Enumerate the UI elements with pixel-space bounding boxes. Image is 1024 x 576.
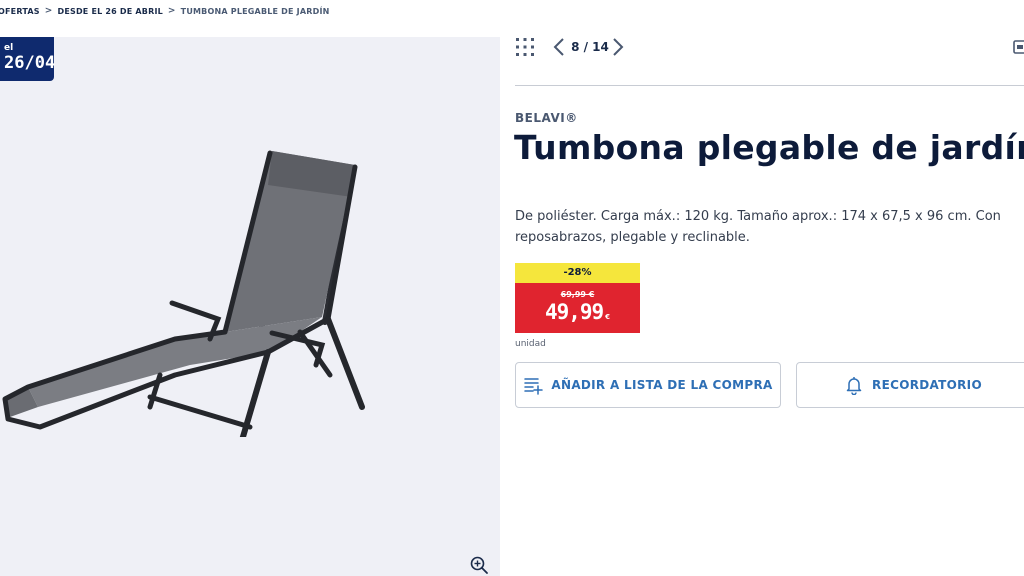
product-gallery: el 26/04 [0,37,500,576]
product-title: Tumbona plegable de jardín [514,128,1024,167]
reminder-label: RECORDATORIO [872,378,982,392]
old-price: 69,99 € [560,290,595,299]
product-description: De poliéster. Carga máx.: 120 kg. Tamaño… [515,209,1001,245]
date-badge: el 26/04 [0,37,56,81]
add-to-shopping-list-label: AÑADIR A LISTA DE LA COMPRA [551,378,773,392]
date-badge-date: 26/04 [4,53,56,73]
breadcrumb: OFERTAS > DESDE EL 26 DE ABRIL > TUMBONA… [0,5,330,17]
currency-symbol: € [605,313,611,321]
share-icon[interactable] [1012,37,1024,57]
current-price: 49,99 [544,300,604,324]
list-add-icon [524,378,544,395]
price-unit: unidad [515,339,546,349]
grid-icon[interactable] [515,37,535,57]
gallery-navigation: 8 / 14 [515,37,1024,57]
breadcrumb-ofertas[interactable]: OFERTAS [0,7,40,16]
product-brand: BELAVI® [515,111,578,125]
zoom-in-icon[interactable] [469,555,489,575]
sun-lounger-image [2,150,365,437]
price-box: 69,99 € 49,99 € [515,283,640,333]
chevron-right-icon: > [44,6,53,16]
reminder-button[interactable]: RECORDATORIO [796,362,1024,408]
bell-icon [846,377,862,395]
breadcrumb-current: TUMBONA PLEGABLE DE JARDÍN [180,6,330,16]
discount-badge: -28% [515,263,640,283]
breadcrumb-desde[interactable]: DESDE EL 26 DE ABRIL [57,7,162,16]
date-badge-prefix: el [4,43,14,53]
pager-count: 8 / 14 [571,40,609,54]
chevron-left-icon[interactable] [552,37,566,57]
chevron-right-icon: > [167,6,176,16]
chevron-right-icon[interactable] [611,37,625,57]
divider [515,85,1024,86]
add-to-shopping-list-button[interactable]: AÑADIR A LISTA DE LA COMPRA [515,362,781,408]
